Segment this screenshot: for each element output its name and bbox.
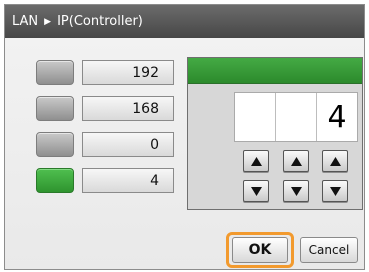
triangle-down-icon [329, 186, 341, 196]
digit-ones: 4 [327, 99, 347, 135]
hundreds-down-button[interactable] [243, 180, 269, 202]
octet-4-value[interactable]: 4 [82, 168, 174, 193]
triangle-down-icon [250, 186, 262, 196]
triangle-up-icon [290, 156, 302, 166]
digit-editor-panel: 4 [187, 57, 363, 210]
tens-down-button[interactable] [283, 180, 309, 202]
octet-2-select-button[interactable] [36, 96, 74, 121]
breadcrumb-page: IP(Controller) [57, 14, 143, 29]
breadcrumb-section: LAN [12, 14, 39, 29]
octet-3-value[interactable]: 0 [82, 132, 174, 157]
digit-hundreds [235, 93, 276, 141]
title-bar: LAN ▶ IP(Controller) [5, 5, 364, 38]
ones-up-button[interactable] [322, 150, 348, 172]
cancel-button[interactable]: Cancel [300, 237, 358, 263]
breadcrumb-arrow-icon: ▶ [44, 16, 52, 27]
triangle-up-icon [329, 156, 341, 166]
digit-display: 4 [234, 92, 358, 142]
octet-1-value[interactable]: 192 [82, 60, 174, 85]
octet-3-select-button[interactable] [36, 132, 74, 157]
ok-button[interactable]: OK [232, 237, 288, 263]
hundreds-up-button[interactable] [243, 150, 269, 172]
octet-4-select-button[interactable] [36, 168, 74, 193]
ones-down-button[interactable] [322, 180, 348, 202]
octet-1-select-button[interactable] [36, 60, 74, 85]
tens-up-button[interactable] [283, 150, 309, 172]
ip-controller-dialog: LAN ▶ IP(Controller) 192 168 0 4 4 [4, 4, 365, 270]
digit-editor-header [188, 58, 362, 84]
triangle-down-icon [290, 186, 302, 196]
digit-tens [276, 93, 317, 141]
triangle-up-icon [250, 156, 262, 166]
octet-2-value[interactable]: 168 [82, 96, 174, 121]
